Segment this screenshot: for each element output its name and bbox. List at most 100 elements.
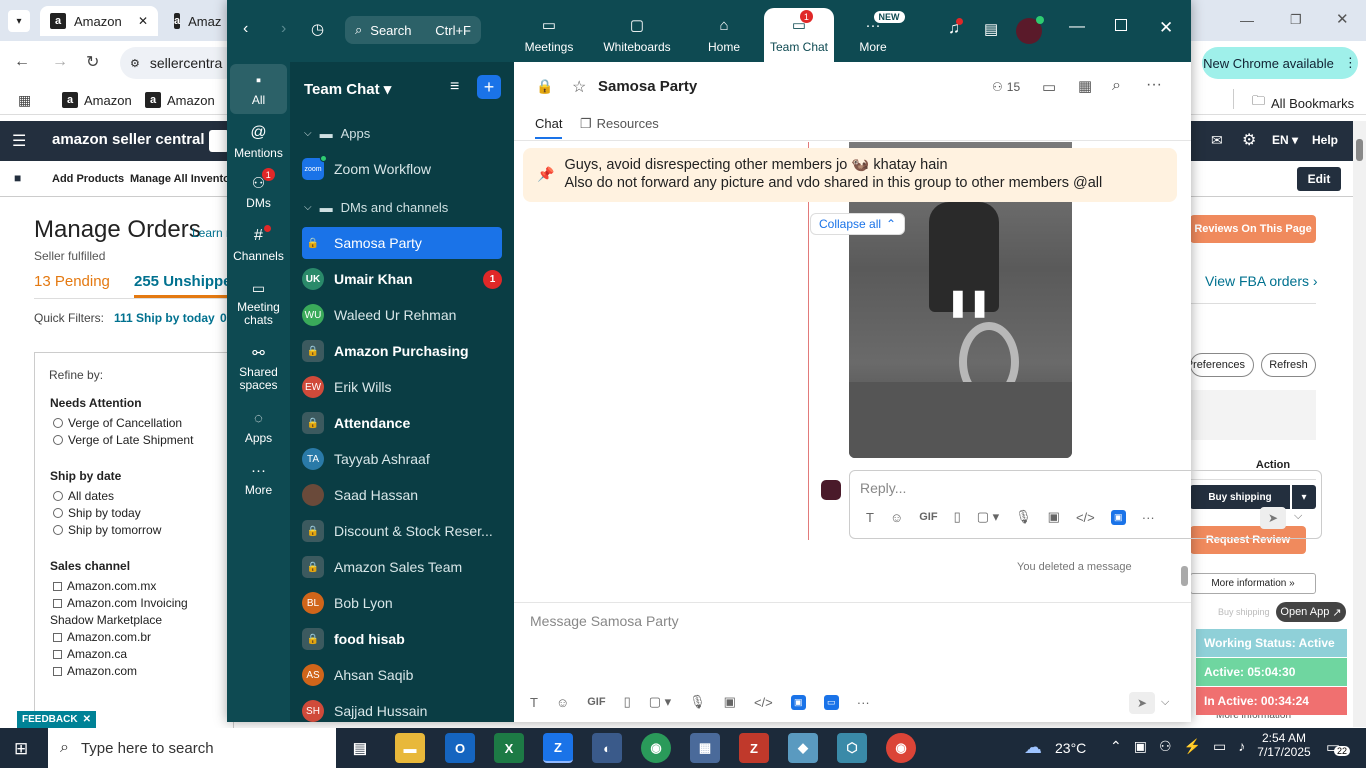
screenshot-icon[interactable]: ▢ ▾ [977,509,999,525]
list-item-waleed[interactable]: WU Waleed Ur Rehman [302,299,502,331]
nav-more[interactable]: ··· NEW More [833,8,913,62]
settings-gear-icon[interactable]: ⚙ [1242,130,1256,150]
zoom-taskbar-icon[interactable]: Z [543,733,573,763]
file-icon[interactable]: ▯ [624,694,631,710]
chat-scrollbar[interactable] [1181,142,1189,602]
tab-search-icon[interactable]: ▾ [8,10,30,32]
video-message-icon[interactable]: ▣ [1048,509,1060,525]
microphone-icon[interactable]: 🎙 [689,694,706,710]
hamburger-menu-icon[interactable]: ☰ [12,131,26,151]
app-icon[interactable]: ⬡ [837,733,867,763]
code-icon[interactable]: </> [754,695,773,710]
list-item-samosa-party[interactable]: 🔒 Samosa Party [302,227,502,259]
page-scrollbar[interactable] [1353,121,1366,727]
code-icon[interactable]: </> [1076,510,1095,525]
emoji-icon[interactable]: ☺ [556,695,569,710]
history-icon[interactable]: ◷ [311,20,324,38]
reply-box[interactable]: Reply... T ☺ GIF ▯ ▢ ▾ 🎙 ▣ </> ▣ ··· ➤ ⌵ [849,470,1322,539]
rail-all[interactable]: ▪ All [230,64,287,114]
tray-app-icon[interactable]: ⚇ [1159,738,1172,755]
send-icon[interactable]: ➤ [1260,507,1286,529]
radio-icon[interactable] [53,491,63,501]
reload-icon[interactable]: ↻ [86,52,99,72]
language-selector[interactable]: EN ▾ [1272,133,1298,147]
members-button[interactable]: ⚇ 15 [992,80,1020,94]
bookmark-icon[interactable]: ■ [14,171,21,185]
emoji-icon[interactable]: ☺ [890,510,903,525]
pinned-message[interactable]: 📌 Guys, avoid disrespecting other member… [523,148,1177,202]
list-item-ahsan-saqib[interactable]: AS Ahsan Saqib [302,659,502,691]
buy-shipping-faded[interactable]: Buy shipping [1218,607,1270,617]
forward-icon[interactable]: › [281,20,286,38]
pending-tab[interactable]: 13 Pending [34,273,110,290]
notification-bell-icon[interactable]: ♫ [948,18,963,38]
radio-icon[interactable] [53,435,63,445]
verge-late-shipment-option[interactable]: Verge of Late Shipment [53,433,233,447]
list-item-bob-lyon[interactable]: BL Bob Lyon [302,587,502,619]
checkbox-icon[interactable] [53,649,62,659]
back-icon[interactable]: ← [14,53,30,71]
calculator-icon[interactable]: ▦ [690,733,720,763]
more-dots-icon[interactable]: ··· [857,695,870,710]
back-icon[interactable]: ‹ [243,20,248,38]
new-chrome-available-button[interactable]: New Chrome available ⋮ [1202,47,1358,79]
app-icon[interactable]: ◐ [592,733,622,763]
screenshot-icon[interactable]: ▢ ▾ [649,694,671,710]
send-icon[interactable]: ➤ [1129,692,1155,714]
checkbox-icon[interactable] [53,666,62,676]
filezilla-icon[interactable]: Z [739,733,769,763]
more-vert-icon[interactable]: ⋮ [1344,55,1357,71]
nav-home[interactable]: ⌂ Home [684,8,764,62]
list-item-sajjad-hussain[interactable]: SH Sajjad Hussain [302,695,502,727]
open-app-button[interactable]: Open App ↗ [1276,602,1346,622]
forward-icon[interactable]: → [52,53,68,71]
ship-today-option[interactable]: Ship by today [53,506,233,520]
team-chat-dropdown[interactable]: Team Chat ▾ [304,80,391,98]
fba-orders-link[interactable]: View FBA orders › [1205,273,1318,289]
unshipped-tab[interactable]: 255 Unshippe [134,273,232,298]
browser-tab-amazon-2[interactable]: a Amaz [164,6,224,36]
channel-option[interactable]: Amazon.com.br [53,630,233,644]
clock[interactable]: 2:54 AM 7/17/2025 [1256,731,1312,759]
rail-channels[interactable]: # Channels [230,225,287,263]
preferences-button[interactable]: Preferences [1186,353,1254,377]
text-format-icon[interactable]: T [866,510,874,525]
checkbox-icon[interactable] [53,632,62,642]
maximize-icon[interactable] [1115,19,1127,31]
radio-icon[interactable] [53,525,63,535]
rail-shared-spaces[interactable]: ⚯ Shared spaces [230,344,287,392]
list-item-erik-wills[interactable]: EW Erik Wills [302,371,502,403]
filter-count[interactable]: 0 [220,311,227,325]
search-icon[interactable]: ⌕ [1112,77,1121,95]
temperature[interactable]: 23°C [1055,740,1086,756]
mail-icon[interactable]: ✉ [1211,132,1223,149]
manage-inventory-link[interactable]: Manage All Inventor [130,173,227,185]
feedback-button[interactable]: FEEDBACK ✕ [17,711,96,728]
chrome-profile-icon[interactable]: ◉ [641,733,671,763]
refresh-button[interactable]: Refresh [1261,353,1316,377]
rail-apps[interactable]: ◌ Apps [230,410,287,445]
reply-input[interactable]: Reply... [860,480,906,496]
close-tab-icon[interactable]: ✕ [138,14,148,28]
ship-tomorrow-option[interactable]: Ship by tomorrow [53,523,233,537]
verge-cancellation-option[interactable]: Verge of Cancellation [53,416,233,430]
tab-chat[interactable]: Chat [535,116,563,139]
browser-tab-amazon[interactable]: a Amazon ✕ [40,6,158,36]
dms-section-header[interactable]: ⌵ ▬ DMs and channels [304,200,448,215]
list-item-attendance[interactable]: 🔒 Attendance [302,407,502,439]
app-icon[interactable]: ◆ [788,733,818,763]
video-message-icon[interactable]: ▣ [724,694,736,710]
restore-icon[interactable]: ❐ [1290,12,1302,28]
calendar-icon[interactable]: ▤ [984,20,998,38]
send-options-chevron-icon[interactable]: ⌵ [1161,696,1169,709]
gif-icon[interactable]: GIF [919,511,937,523]
calendar-icon[interactable]: ▦ [1078,77,1092,95]
close-window-icon[interactable]: ✕ [1159,18,1173,38]
volume-icon[interactable]: ♪ [1238,738,1245,755]
app-icon[interactable]: ▣ [1110,509,1126,525]
help-link[interactable]: Help [1312,133,1338,147]
nav-meetings[interactable]: ▭ Meetings [509,8,589,62]
star-icon[interactable]: ☆ [572,77,586,97]
notifications-icon[interactable]: ▭ 22 [1326,738,1351,756]
reviews-on-page-button[interactable]: Reviews On This Page [1190,215,1316,243]
